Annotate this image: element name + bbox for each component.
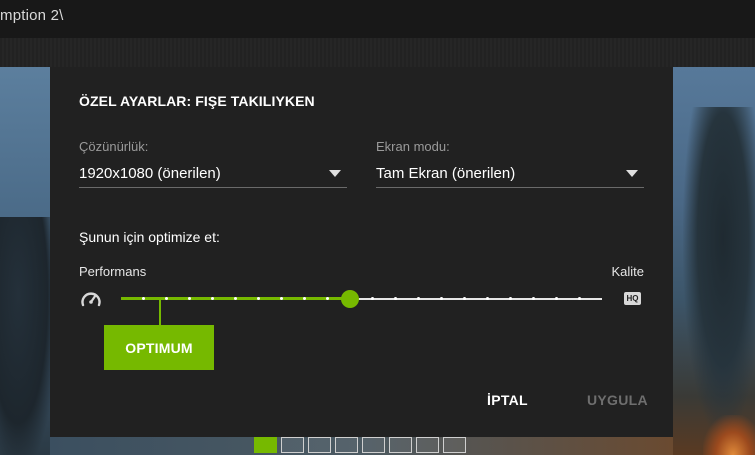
background-image-right: [673, 67, 755, 455]
slider-tick: [279, 297, 283, 300]
slider-tick: [485, 297, 489, 300]
performance-label: Performans: [79, 264, 147, 279]
slider-tick: [302, 297, 306, 300]
window-title-bar: mption 2\: [0, 0, 755, 38]
resolution-label: Çözünürlük:: [79, 139, 149, 154]
pager-dot[interactable]: [443, 437, 466, 453]
screenshot-pager: [254, 437, 466, 455]
slider-tick: [508, 297, 512, 300]
display-mode-field: Ekran modu: Tam Ekran (önerilen): [376, 139, 644, 188]
slider-tick: [234, 297, 238, 300]
chevron-down-icon: [329, 170, 341, 177]
quality-label: Kalite: [611, 264, 644, 279]
optimum-tooltip: OPTIMUM: [104, 325, 214, 370]
slider-tick: [531, 297, 535, 300]
pager-dot[interactable]: [308, 437, 331, 453]
pager-dot[interactable]: [335, 437, 358, 453]
slider-tick: [577, 297, 581, 300]
chevron-down-icon: [626, 170, 638, 177]
speedometer-icon: [81, 292, 101, 307]
display-mode-value: Tam Ekran (önerilen): [376, 165, 516, 182]
pager-dot[interactable]: [416, 437, 439, 453]
performance-quality-slider[interactable]: [121, 290, 602, 308]
pager-dot[interactable]: [254, 437, 277, 453]
pager-dot[interactable]: [362, 437, 385, 453]
pager-dot[interactable]: [389, 437, 412, 453]
pager-dot[interactable]: [281, 437, 304, 453]
slider-tick: [325, 297, 329, 300]
apply-button[interactable]: UYGULA: [587, 392, 648, 408]
resolution-value: 1920x1080 (önerilen): [79, 165, 221, 182]
display-mode-dropdown[interactable]: Tam Ekran (önerilen): [376, 160, 644, 188]
tooltip-connector: [159, 299, 161, 326]
resolution-dropdown[interactable]: 1920x1080 (önerilen): [79, 160, 347, 188]
resolution-field: Çözünürlük: 1920x1080 (önerilen): [79, 139, 347, 188]
cancel-button[interactable]: İPTAL: [487, 392, 528, 408]
custom-settings-dialog: ÖZEL AYARLAR: FIŞE TAKILIYKEN Çözünürlük…: [50, 67, 673, 437]
slider-tick: [554, 297, 558, 300]
optimize-label: Şunun için optimize et:: [79, 229, 220, 245]
toolbar-strip: [0, 38, 755, 67]
window-title: mption 2\: [0, 7, 64, 24]
display-mode-label: Ekran modu:: [376, 139, 450, 154]
slider-handle[interactable]: [341, 290, 360, 308]
hq-icon: HQ: [624, 292, 641, 305]
slider-tick: [256, 297, 260, 300]
background-image-left: [0, 67, 50, 455]
dialog-title: ÖZEL AYARLAR: FIŞE TAKILIYKEN: [79, 93, 315, 109]
